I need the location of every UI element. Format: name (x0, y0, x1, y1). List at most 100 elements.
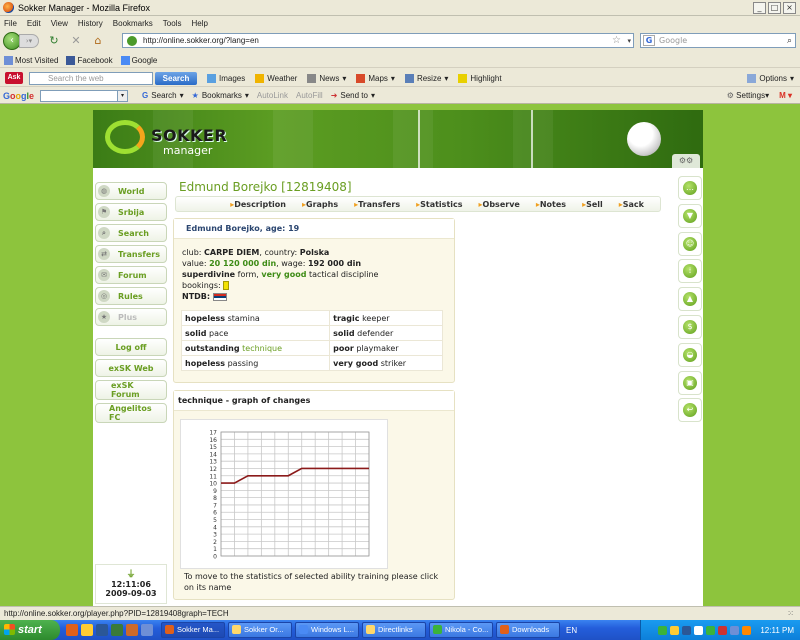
tray-icon[interactable] (658, 625, 668, 635)
google-autofill[interactable]: AutoFill (296, 91, 323, 100)
tray-icon[interactable] (730, 625, 740, 635)
nav-plus[interactable]: ★ Plus (95, 308, 167, 326)
ask-options[interactable]: Options ▾ (747, 73, 794, 83)
search-icon[interactable]: ⌕ (787, 36, 792, 46)
tab-sell[interactable]: Sell (582, 200, 603, 209)
bookmark-most-visited[interactable]: Most Visited (4, 55, 58, 65)
forward-button[interactable]: ›▾ (19, 34, 39, 48)
close-button[interactable]: × (783, 2, 796, 14)
tab-sack[interactable]: Sack (619, 200, 644, 209)
stop-icon[interactable]: ✕ (69, 34, 83, 48)
task-downloads[interactable]: Downloads (496, 622, 560, 638)
tray-icon[interactable] (682, 625, 692, 635)
ask-images[interactable]: Images (207, 73, 245, 83)
minimize-button[interactable]: _ (753, 2, 766, 14)
club-name[interactable]: CARPE DIEM (204, 248, 259, 257)
rb-stadium[interactable]: ◒ (678, 342, 702, 367)
menu-view[interactable]: View (51, 19, 68, 28)
ask-resize[interactable]: Resize ▾ (404, 73, 448, 83)
desktop-quicklaunch-icon[interactable] (141, 624, 153, 636)
tab-graphs[interactable]: Graphs (302, 200, 338, 209)
task-sokker-manager[interactable]: Sokker Ma... (161, 622, 225, 638)
settings-tab-icon[interactable]: ⚙⚙ (672, 154, 700, 168)
app-quicklaunch-icon[interactable] (126, 624, 138, 636)
ask-maps[interactable]: Maps ▾ (356, 73, 395, 83)
nav-search[interactable]: ⌕ Search (95, 224, 167, 242)
menu-tools[interactable]: Tools (163, 19, 182, 28)
tray-clock[interactable]: 12:11 PM (760, 626, 794, 635)
menu-help[interactable]: Help (191, 19, 207, 28)
rb-tactics[interactable]: ▲ (678, 287, 702, 312)
google-settings[interactable]: ⚙ Settings▾ (727, 91, 769, 100)
task-directlinks[interactable]: Directlinks (362, 622, 426, 638)
skill-cell[interactable]: solid defender (329, 325, 443, 341)
task-nikola[interactable]: Nikola - Co... (429, 622, 493, 638)
task-sokker-or[interactable]: Sokker Or... (228, 622, 292, 638)
google-search-input[interactable] (40, 89, 119, 102)
google-bookmarks[interactable]: ★ Bookmarks ▾ (192, 91, 249, 100)
bookmark-google[interactable]: Google (120, 55, 157, 65)
tab-notes[interactable]: Notes (536, 200, 566, 209)
nav-log-off[interactable]: Log off (95, 338, 167, 356)
tray-icon[interactable] (742, 625, 752, 635)
country-name[interactable]: Polska (300, 248, 330, 257)
tray-icon[interactable] (670, 625, 680, 635)
nav-world[interactable]: ◍ World (95, 182, 167, 200)
tab-transfers[interactable]: Transfers (354, 200, 400, 209)
rb-club[interactable]: ▼ (678, 203, 702, 228)
skill-cell[interactable]: outstanding technique (180, 340, 331, 356)
tray-icon[interactable] (694, 625, 704, 635)
google-send-to[interactable]: ➜ Send to ▾ (331, 91, 375, 100)
tab-statistics[interactable]: Statistics (416, 200, 462, 209)
site-logo-top[interactable]: SOKKER (151, 126, 227, 145)
ask-highlight[interactable]: Highlight (458, 73, 502, 83)
rb-messages[interactable]: … (678, 176, 702, 200)
rb-players[interactable]: ☺ (678, 231, 702, 256)
nav-rules[interactable]: ◎ Rules (95, 287, 167, 305)
google-autolink[interactable]: AutoLink (257, 91, 288, 100)
google-engine-icon[interactable]: G (643, 35, 655, 46)
tab-description[interactable]: Description (230, 200, 286, 209)
ask-news[interactable]: News ▾ (307, 73, 346, 83)
search-box[interactable]: G Google ⌕ (640, 33, 796, 48)
nav-exsk-web[interactable]: exSK Web (95, 359, 167, 377)
skill-cell[interactable]: very good striker (329, 355, 443, 371)
skill-cell[interactable]: tragic keeper (329, 310, 443, 326)
skill-cell[interactable]: hopeless passing (180, 355, 331, 371)
ask-search-button[interactable]: Search (155, 71, 197, 85)
rb-match[interactable]: ▣ (678, 370, 702, 395)
explorer-quicklaunch-icon[interactable] (81, 624, 93, 636)
excel-quicklaunch-icon[interactable] (111, 624, 123, 636)
rb-training[interactable]: ⁞ (678, 259, 702, 284)
firefox-quicklaunch-icon[interactable] (66, 624, 78, 636)
nav-forum[interactable]: ✉ Forum (95, 266, 167, 284)
tray-icon[interactable] (706, 625, 716, 635)
google-search-button[interactable]: G Search ▾ (142, 91, 184, 100)
gmail-icon[interactable]: M ▾ (779, 91, 792, 100)
maximize-button[interactable]: □ (768, 2, 781, 14)
bookmark-star-icon[interactable]: ☆ (612, 35, 621, 46)
serbia-flag-icon[interactable] (212, 292, 227, 301)
skill-cell[interactable]: solid pace (180, 325, 331, 341)
tray-icon[interactable] (718, 625, 728, 635)
nav-angelitos-fc[interactable]: Angelitos FC (95, 403, 167, 423)
rb-juniors[interactable]: ↩ (678, 398, 702, 423)
nav-transfers[interactable]: ⇄ Transfers (95, 245, 167, 263)
menu-history[interactable]: History (78, 19, 103, 28)
task-windows-live[interactable]: Windows L... (295, 622, 359, 638)
language-indicator[interactable]: EN (566, 626, 577, 635)
menu-edit[interactable]: Edit (27, 19, 41, 28)
menu-file[interactable]: File (4, 19, 17, 28)
reload-icon[interactable]: ↻ (47, 34, 61, 48)
menu-bookmarks[interactable]: Bookmarks (113, 19, 153, 28)
skill-cell[interactable]: hopeless stamina (180, 310, 331, 326)
google-search-dropdown[interactable]: ▾ (118, 89, 129, 102)
start-button[interactable]: start (0, 620, 60, 640)
rb-finances[interactable]: $ (678, 314, 702, 339)
ask-search-input[interactable]: Search the web (29, 71, 153, 85)
status-resize-grip-icon[interactable]: ⁙ (787, 607, 794, 620)
url-bar[interactable]: http://online.sokker.org/?lang=en ☆ ▾ (122, 33, 634, 48)
home-icon[interactable]: ⌂ (91, 34, 105, 48)
tab-observe[interactable]: Observe (479, 200, 520, 209)
bookmark-facebook[interactable]: Facebook (66, 55, 113, 65)
